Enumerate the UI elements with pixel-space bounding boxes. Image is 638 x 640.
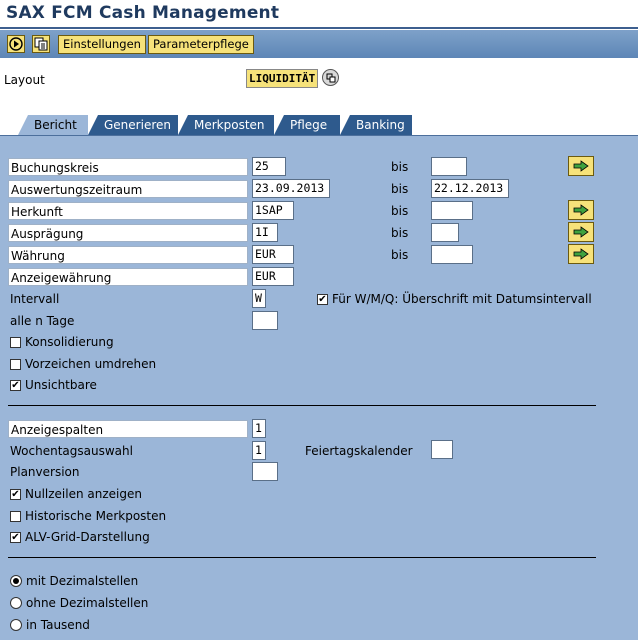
nullzeilen-checkbox[interactable]: ✔ Nullzeilen anzeigen [10, 486, 142, 502]
multiple-selection-icon [573, 226, 589, 238]
historische-checkbox[interactable]: Historische Merkposten [10, 508, 166, 524]
feiertagskalender-label: Feiertagskalender [305, 444, 413, 458]
herkunft-multiple-selection-button[interactable] [568, 200, 594, 220]
waehrung-multiple-selection-button[interactable] [568, 244, 594, 264]
multiple-selection-icon [573, 160, 589, 172]
in-tausend-radio[interactable]: in Tausend [10, 617, 90, 633]
buchungskreis-label: Buchungskreis [8, 158, 248, 176]
intervall-input[interactable]: W [252, 289, 266, 308]
title-bar: SAX FCM Cash Management [0, 0, 638, 30]
anzeigespalten-label: Anzeigespalten [8, 420, 248, 438]
ohne-dezimalstellen-radio-button[interactable] [10, 597, 22, 609]
auspraegung-to-input[interactable] [431, 223, 459, 242]
tab-strip: Bericht Generieren Merkposten Pflege Ban… [0, 115, 638, 135]
waehrung-label: Währung [8, 246, 248, 264]
tab-generieren[interactable]: Generieren [88, 115, 178, 135]
multiple-selection-icon [573, 248, 589, 260]
mit-dezimalstellen-radio[interactable]: mit Dezimalstellen [10, 573, 138, 589]
auswertungszeitraum-bis-label: bis [391, 182, 409, 196]
ohne-dezimalstellen-label: ohne Dezimalstellen [26, 596, 149, 610]
vorzeichen-checkbox-label: Vorzeichen umdrehen [25, 357, 157, 371]
tab-merkposten[interactable]: Merkposten [178, 115, 274, 135]
konsolidierung-checkbox[interactable]: Konsolidierung [10, 334, 114, 350]
buchungskreis-multiple-selection-button[interactable] [568, 156, 594, 176]
alv-checkbox-box[interactable]: ✔ [10, 531, 21, 543]
section-separator-2 [8, 557, 596, 558]
konsolidierung-checkbox-label: Konsolidierung [25, 335, 114, 349]
auswertungszeitraum-to-input[interactable]: 22.12.2013 [431, 179, 509, 198]
tab-bericht[interactable]: Bericht [18, 115, 88, 135]
auspraegung-from-input[interactable]: 1I [252, 223, 278, 242]
ueberschrift-checkbox-label: Für W/M/Q: Überschrift mit Datumsinterva… [332, 292, 592, 306]
herkunft-from-input[interactable]: 1SAP [252, 201, 294, 220]
unsichtbare-checkbox-label: Unsichtbare [25, 378, 97, 392]
planversion-label: Planversion [10, 465, 80, 479]
historische-checkbox-box[interactable] [10, 510, 21, 522]
intervall-label: Intervall [10, 292, 60, 306]
ueberschrift-checkbox-box[interactable]: ✔ [317, 293, 328, 305]
auswertungszeitraum-from-input[interactable]: 23.09.2013 [252, 179, 330, 198]
unsichtbare-checkbox[interactable]: ✔ Unsichtbare [10, 377, 97, 393]
layout-value-field[interactable]: LIQUIDITÄT [246, 69, 319, 88]
vorzeichen-checkbox-box[interactable] [10, 358, 21, 370]
mit-dezimalstellen-radio-button[interactable] [10, 575, 22, 587]
herkunft-label: Herkunft [8, 202, 248, 220]
layout-bar: Layout LIQUIDITÄT [0, 58, 638, 108]
herkunft-bis-label: bis [391, 204, 409, 218]
layout-label: Layout [4, 73, 45, 87]
tab-pflege[interactable]: Pflege [274, 115, 340, 135]
einstellungen-button[interactable]: Einstellungen [58, 35, 146, 54]
anzeigewaehrung-input[interactable]: EUR [252, 267, 294, 286]
section-separator-1 [8, 405, 596, 406]
planversion-input[interactable] [252, 462, 278, 481]
auspraegung-bis-label: bis [391, 226, 409, 240]
alv-checkbox-label: ALV-Grid-Darstellung [25, 530, 150, 544]
historische-checkbox-label: Historische Merkposten [25, 509, 167, 523]
wochentagsauswahl-input[interactable]: 1 [252, 441, 266, 460]
buchungskreis-to-input[interactable] [431, 157, 467, 176]
window-title: SAX FCM Cash Management [6, 3, 280, 23]
buchungskreis-from-input[interactable]: 25 [252, 157, 286, 176]
wochentagsauswahl-label: Wochentagsauswahl [10, 444, 133, 458]
waehrung-from-input[interactable]: EUR [252, 245, 294, 264]
alle-n-tage-label: alle n Tage [10, 314, 75, 328]
mit-dezimalstellen-label: mit Dezimalstellen [26, 574, 139, 588]
buchungskreis-bis-label: bis [391, 160, 409, 174]
nullzeilen-checkbox-box[interactable]: ✔ [10, 488, 21, 500]
bericht-panel: Buchungskreis 25 bis Auswertungszeitraum… [0, 135, 638, 640]
title-divider [0, 27, 638, 29]
anzeigespalten-input[interactable]: 1 [252, 419, 266, 438]
konsolidierung-checkbox-box[interactable] [10, 336, 21, 348]
alv-checkbox[interactable]: ✔ ALV-Grid-Darstellung [10, 529, 150, 545]
auspraegung-label: Ausprägung [8, 224, 248, 242]
tab-banking[interactable]: Banking [340, 115, 412, 135]
herkunft-to-input[interactable] [431, 201, 473, 220]
vorzeichen-checkbox[interactable]: Vorzeichen umdrehen [10, 356, 156, 372]
feiertagskalender-input[interactable] [431, 440, 453, 459]
ueberschrift-checkbox[interactable]: ✔ Für W/M/Q: Überschrift mit Datumsinter… [317, 291, 592, 307]
layout-select-icon[interactable] [322, 69, 339, 86]
in-tausend-label: in Tausend [26, 618, 90, 632]
variant-icon[interactable] [32, 35, 50, 53]
waehrung-bis-label: bis [391, 248, 409, 262]
multiple-selection-icon [573, 204, 589, 216]
anzeigewaehrung-label: Anzeigewährung [8, 268, 248, 286]
auspraegung-multiple-selection-button[interactable] [568, 222, 594, 242]
ohne-dezimalstellen-radio[interactable]: ohne Dezimalstellen [10, 595, 148, 611]
application-toolbar: Einstellungen Parameterpflege [0, 30, 638, 59]
alle-n-tage-input[interactable] [252, 311, 278, 330]
waehrung-to-input[interactable] [431, 245, 473, 264]
nullzeilen-checkbox-label: Nullzeilen anzeigen [25, 487, 142, 501]
parameterpflege-button[interactable]: Parameterpflege [148, 35, 254, 54]
execute-icon[interactable] [7, 35, 25, 53]
unsichtbare-checkbox-box[interactable]: ✔ [10, 379, 21, 391]
auswertungszeitraum-label: Auswertungszeitraum [8, 180, 248, 198]
in-tausend-radio-button[interactable] [10, 619, 22, 631]
